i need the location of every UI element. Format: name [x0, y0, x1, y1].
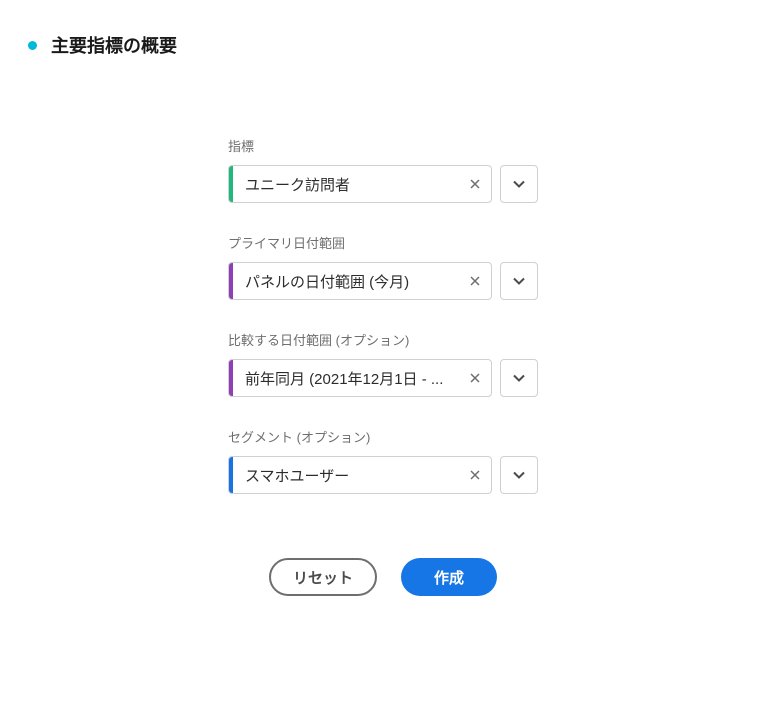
primary-date-range-select-row: パネルの日付範囲 (今月) [228, 262, 538, 300]
field-segment: セグメント (オプション) スマホユーザー [228, 427, 538, 494]
compare-date-range-select-value: 前年同月 (2021年12月1日 - ... [233, 368, 459, 389]
compare-date-range-clear-button[interactable] [459, 360, 491, 396]
metric-select-value: ユニーク訪問者 [233, 174, 459, 195]
panel-header: 主要指標の概要 [28, 32, 740, 58]
primary-date-range-select-value: パネルの日付範囲 (今月) [233, 271, 459, 292]
field-compare-date-range: 比較する日付範囲 (オプション) 前年同月 (2021年12月1日 - ... [228, 330, 538, 397]
field-metric: 指標 ユニーク訪問者 [228, 136, 538, 203]
page-title: 主要指標の概要 [51, 32, 177, 58]
metric-select-row: ユニーク訪問者 [228, 165, 538, 203]
reset-button[interactable]: リセット [269, 558, 377, 596]
button-row: リセット 作成 [228, 558, 538, 596]
compare-date-range-select-row: 前年同月 (2021年12月1日 - ... [228, 359, 538, 397]
field-metric-label: 指標 [228, 136, 538, 155]
create-button[interactable]: 作成 [401, 558, 497, 596]
segment-select[interactable]: スマホユーザー [228, 456, 492, 494]
primary-date-range-clear-button[interactable] [459, 263, 491, 299]
close-icon [470, 470, 480, 480]
segment-clear-button[interactable] [459, 457, 491, 493]
field-primary-date-range-label: プライマリ日付範囲 [228, 233, 538, 252]
compare-date-range-dropdown-button[interactable] [500, 359, 538, 397]
primary-date-range-dropdown-button[interactable] [500, 262, 538, 300]
segment-select-value: スマホユーザー [233, 465, 459, 486]
bullet-icon [28, 41, 37, 50]
chevron-down-icon [513, 180, 525, 188]
compare-date-range-select[interactable]: 前年同月 (2021年12月1日 - ... [228, 359, 492, 397]
close-icon [470, 179, 480, 189]
close-icon [470, 373, 480, 383]
metric-dropdown-button[interactable] [500, 165, 538, 203]
field-compare-date-range-label: 比較する日付範囲 (オプション) [228, 330, 538, 349]
segment-dropdown-button[interactable] [500, 456, 538, 494]
chevron-down-icon [513, 277, 525, 285]
primary-date-range-select[interactable]: パネルの日付範囲 (今月) [228, 262, 492, 300]
field-segment-label: セグメント (オプション) [228, 427, 538, 446]
field-primary-date-range: プライマリ日付範囲 パネルの日付範囲 (今月) [228, 233, 538, 300]
segment-select-row: スマホユーザー [228, 456, 538, 494]
chevron-down-icon [513, 374, 525, 382]
close-icon [470, 276, 480, 286]
form-container: 指標 ユニーク訪問者 プライマリ日付範囲 パネルの日付範囲 (今月) [228, 136, 538, 596]
metric-clear-button[interactable] [459, 166, 491, 202]
metric-select[interactable]: ユニーク訪問者 [228, 165, 492, 203]
chevron-down-icon [513, 471, 525, 479]
